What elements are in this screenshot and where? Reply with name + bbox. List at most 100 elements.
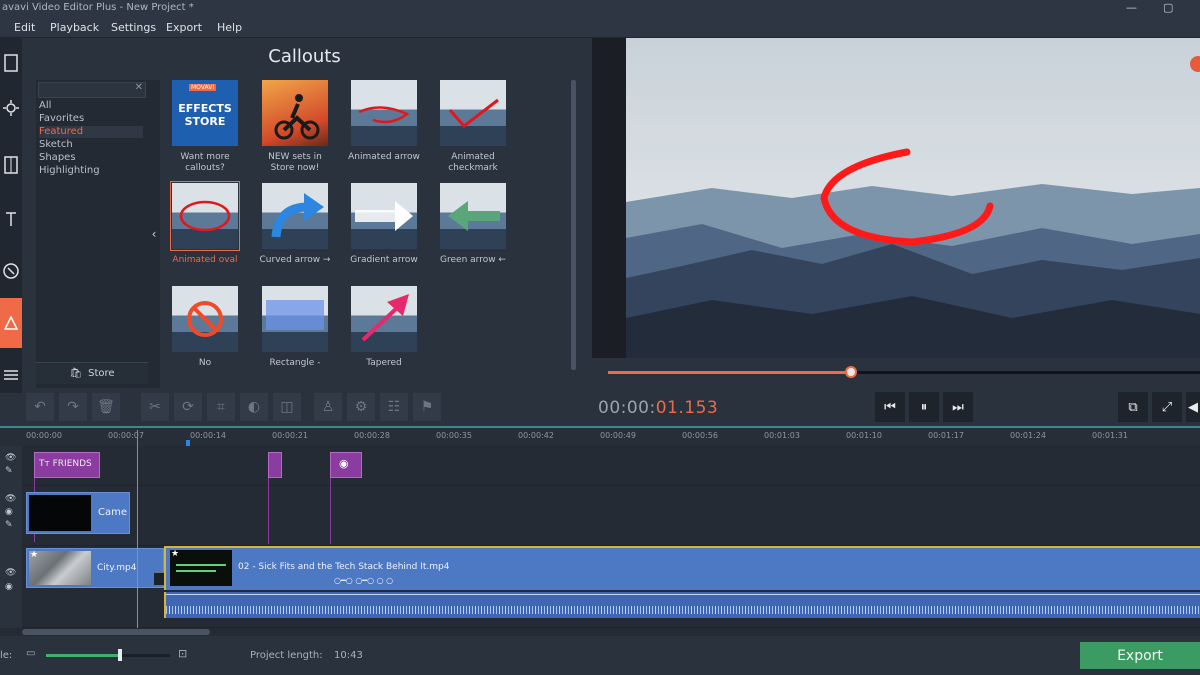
thumb-text-2: STORE [184, 115, 226, 128]
title-clip-small[interactable] [268, 452, 282, 478]
eye-icon[interactable]: 👁 [5, 494, 16, 504]
camera-clip[interactable]: Came [26, 492, 130, 534]
video-preview[interactable] [592, 38, 1200, 358]
minimize-icon[interactable]: — [1126, 1, 1137, 14]
collapse-panel-button[interactable]: ‹ [148, 80, 160, 388]
seek-progress [608, 371, 851, 374]
clear-icon[interactable]: ✕ [135, 82, 143, 93]
category-search-input[interactable]: ✕ [38, 82, 146, 98]
category-highlighting[interactable]: Highlighting [39, 165, 100, 177]
callout-tile-no[interactable] [172, 286, 238, 352]
callouts-icon[interactable] [0, 298, 22, 348]
callout-tile-curved-arrow[interactable] [262, 183, 328, 249]
city-clip[interactable]: ★ City.mp4 [26, 548, 164, 588]
category-sketch[interactable]: Sketch [39, 139, 73, 151]
star-icon: ★ [30, 550, 39, 560]
category-all[interactable]: All [39, 100, 51, 112]
transitions-icon[interactable] [0, 140, 22, 190]
callout-tile-gradient-arrow[interactable] [351, 183, 417, 249]
keyframes-icon: ○━○ ○━○ ○ ○ [334, 576, 394, 585]
category-favorites[interactable]: Favorites [39, 113, 84, 125]
tile-label-animated-oval: Animated oval [172, 255, 238, 265]
cut-icon[interactable]: ✂ [141, 393, 169, 421]
panel-scrollbar[interactable] [571, 80, 576, 370]
volume-icon[interactable]: ◀ [1186, 392, 1200, 422]
tile-label-rectangle: Rectangle - [269, 358, 321, 368]
ruler-tick: 00:00:28 [354, 431, 390, 440]
speaker-icon[interactable]: ◉ [5, 507, 13, 517]
pencil-icon[interactable]: ✎ [5, 520, 13, 530]
fullscreen-icon[interactable]: ⤢ [1152, 392, 1182, 422]
store-button[interactable]: 🛍 Store [36, 362, 148, 384]
detach-preview-icon[interactable]: ⧉ [1118, 392, 1148, 422]
filters-icon[interactable] [0, 83, 22, 133]
speaker-icon[interactable]: ◉ [5, 582, 13, 592]
tile-label-want-more: Want more callouts? [180, 152, 230, 173]
callout-tile-green-arrow[interactable] [440, 183, 506, 249]
color-adjust-icon[interactable]: ◐ [240, 393, 268, 421]
track-header: 👁 ◉ ✎ [0, 486, 22, 546]
zoom-slider-handle[interactable] [118, 649, 123, 661]
clip-properties-icon[interactable]: ⚙ [347, 393, 375, 421]
titles-icon[interactable] [0, 193, 22, 243]
menu-edit[interactable]: Edit [14, 21, 35, 34]
rotate-icon[interactable]: ⟳ [174, 393, 202, 421]
audio-eq-icon[interactable]: ☷ [380, 393, 408, 421]
pencil-icon[interactable]: ✎ [5, 466, 13, 476]
eye-icon[interactable]: 👁 [5, 453, 16, 463]
title-clip[interactable]: Tт FRIENDS [34, 452, 100, 478]
track-header: 👁 ✎ [0, 446, 22, 486]
zoom-slider[interactable] [46, 649, 170, 661]
callout-tile-rectangle[interactable] [262, 286, 328, 352]
callout-tile-tapered[interactable] [351, 286, 417, 352]
title-clip-icon: Tт [39, 459, 50, 469]
eye-icon[interactable]: 👁 [5, 568, 16, 578]
callout-tile-effects-store[interactable]: MOVAVI EFFECTS STORE [172, 80, 238, 146]
undo-icon[interactable]: ↶ [26, 393, 54, 421]
camera-thumbnail [29, 495, 91, 531]
menu-export[interactable]: Export [166, 21, 202, 34]
zoom-out-icon[interactable]: ▭ [26, 648, 35, 659]
scrollbar-thumb[interactable] [22, 629, 210, 635]
callout-tile-animated-oval[interactable] [170, 181, 240, 251]
ruler-tick: 00:00:56 [682, 431, 718, 440]
restore-icon[interactable]: ▢ [1163, 1, 1173, 14]
stickers-icon[interactable] [0, 246, 22, 296]
timeline-scrollbar[interactable] [0, 628, 1200, 636]
more-tools-icon[interactable] [0, 350, 22, 400]
delete-icon[interactable]: 🗑 [92, 393, 120, 421]
crop-icon[interactable]: ⌗ [207, 393, 235, 421]
playhead[interactable] [137, 430, 138, 630]
pan-zoom-icon[interactable]: ◫ [273, 393, 301, 421]
city-thumbnail [29, 551, 91, 585]
menu-playback[interactable]: Playback [50, 21, 99, 34]
callout-tile-animated-checkmark[interactable] [440, 80, 506, 146]
sticker-clip[interactable]: ◉ [330, 452, 362, 478]
seek-handle[interactable] [844, 366, 857, 378]
menu-settings[interactable]: Settings [111, 21, 156, 34]
audio-waveform[interactable] [164, 592, 1200, 618]
category-shapes[interactable]: Shapes [39, 152, 76, 164]
main-clip-label: 02 - Sick Fits and the Tech Stack Behind… [238, 562, 450, 572]
stabilize-icon[interactable]: ♙ [314, 393, 342, 421]
seek-bar[interactable] [608, 366, 1200, 378]
callout-tile-animated-arrow[interactable] [351, 80, 417, 146]
callout-tile-new-sets[interactable] [262, 80, 328, 146]
ruler-tick: 00:01:03 [764, 431, 800, 440]
main-video-clip[interactable]: ★ 02 - Sick Fits and the Tech Stack Behi… [164, 546, 1200, 590]
menu-help[interactable]: Help [217, 21, 242, 34]
sticker-icon: ◉ [339, 457, 349, 470]
tile-label-no: No [198, 358, 212, 368]
marker-flag-icon[interactable]: ⚑ [413, 393, 441, 421]
export-button[interactable]: Export [1080, 642, 1200, 669]
previous-frame-icon[interactable]: ⏮ [875, 392, 905, 422]
next-frame-icon[interactable]: ⏭ [943, 392, 973, 422]
timeline-ruler[interactable]: 00:00:00 00:00:07 00:00:14 00:00:21 00:0… [0, 426, 1200, 448]
pause-icon[interactable]: ⏸ [909, 392, 939, 422]
import-icon[interactable] [0, 38, 22, 88]
zoom-slider-fill [46, 654, 121, 657]
redo-icon[interactable]: ↷ [59, 393, 87, 421]
zoom-in-icon[interactable]: ⊡ [178, 647, 187, 660]
category-featured[interactable]: Featured [39, 126, 143, 138]
timecode-fraction: 01.153 [655, 398, 719, 418]
